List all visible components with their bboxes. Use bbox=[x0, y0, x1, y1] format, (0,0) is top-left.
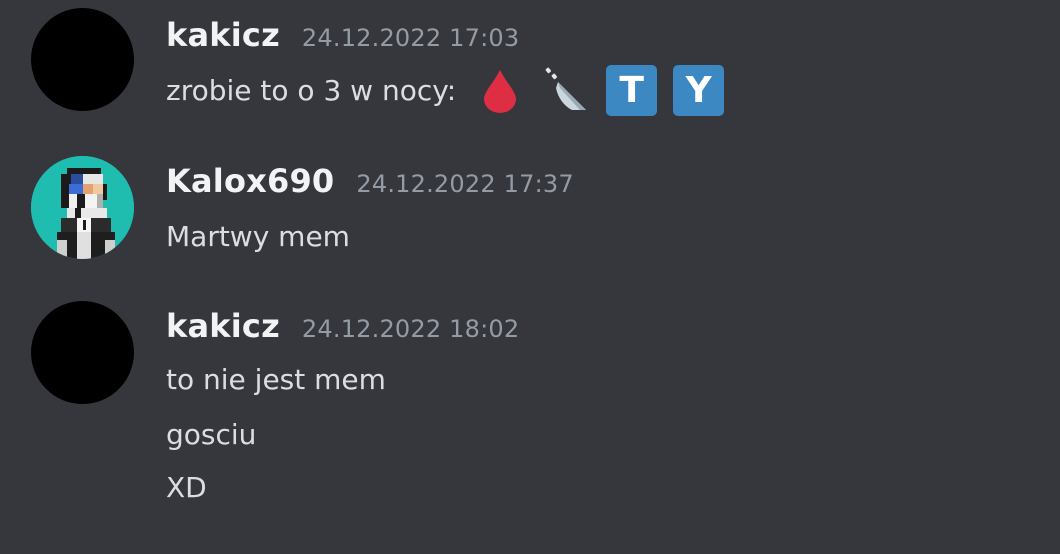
kitchen-knife-icon[interactable] bbox=[542, 66, 590, 114]
username[interactable]: Kalox690 bbox=[166, 162, 334, 200]
timestamp[interactable]: 24.12.2022 18:02 bbox=[302, 315, 519, 343]
username[interactable]: kakicz bbox=[166, 307, 280, 345]
message-text: zrobie to o 3 w nocy: T Y bbox=[166, 64, 725, 116]
regional-indicator-y[interactable]: Y bbox=[673, 64, 725, 116]
message-line: Martwy mem bbox=[166, 219, 350, 253]
message-line: gosciu bbox=[166, 417, 257, 451]
message-line: zrobie to o 3 w nocy: bbox=[166, 73, 457, 107]
message-text: XD bbox=[166, 465, 207, 509]
avatar[interactable] bbox=[31, 301, 134, 404]
message-line: to nie jest mem bbox=[166, 362, 386, 396]
message-header: Kalox690 24.12.2022 17:37 bbox=[166, 162, 574, 206]
drop-of-blood-icon[interactable] bbox=[476, 66, 524, 114]
regional-indicator-t[interactable]: T bbox=[606, 64, 658, 116]
username[interactable]: kakicz bbox=[166, 16, 280, 54]
timestamp[interactable]: 24.12.2022 17:03 bbox=[302, 24, 519, 52]
avatar[interactable] bbox=[31, 8, 134, 111]
message-text: gosciu bbox=[166, 412, 256, 456]
timestamp[interactable]: 24.12.2022 17:37 bbox=[356, 170, 573, 198]
message-header: kakicz 24.12.2022 17:03 bbox=[166, 16, 519, 60]
message-text: Martwy mem bbox=[166, 214, 350, 258]
message-header: kakicz 24.12.2022 18:02 bbox=[166, 307, 519, 351]
message-text: to nie jest mem bbox=[166, 357, 386, 401]
avatar[interactable] bbox=[31, 156, 134, 259]
message-line: XD bbox=[166, 470, 207, 504]
